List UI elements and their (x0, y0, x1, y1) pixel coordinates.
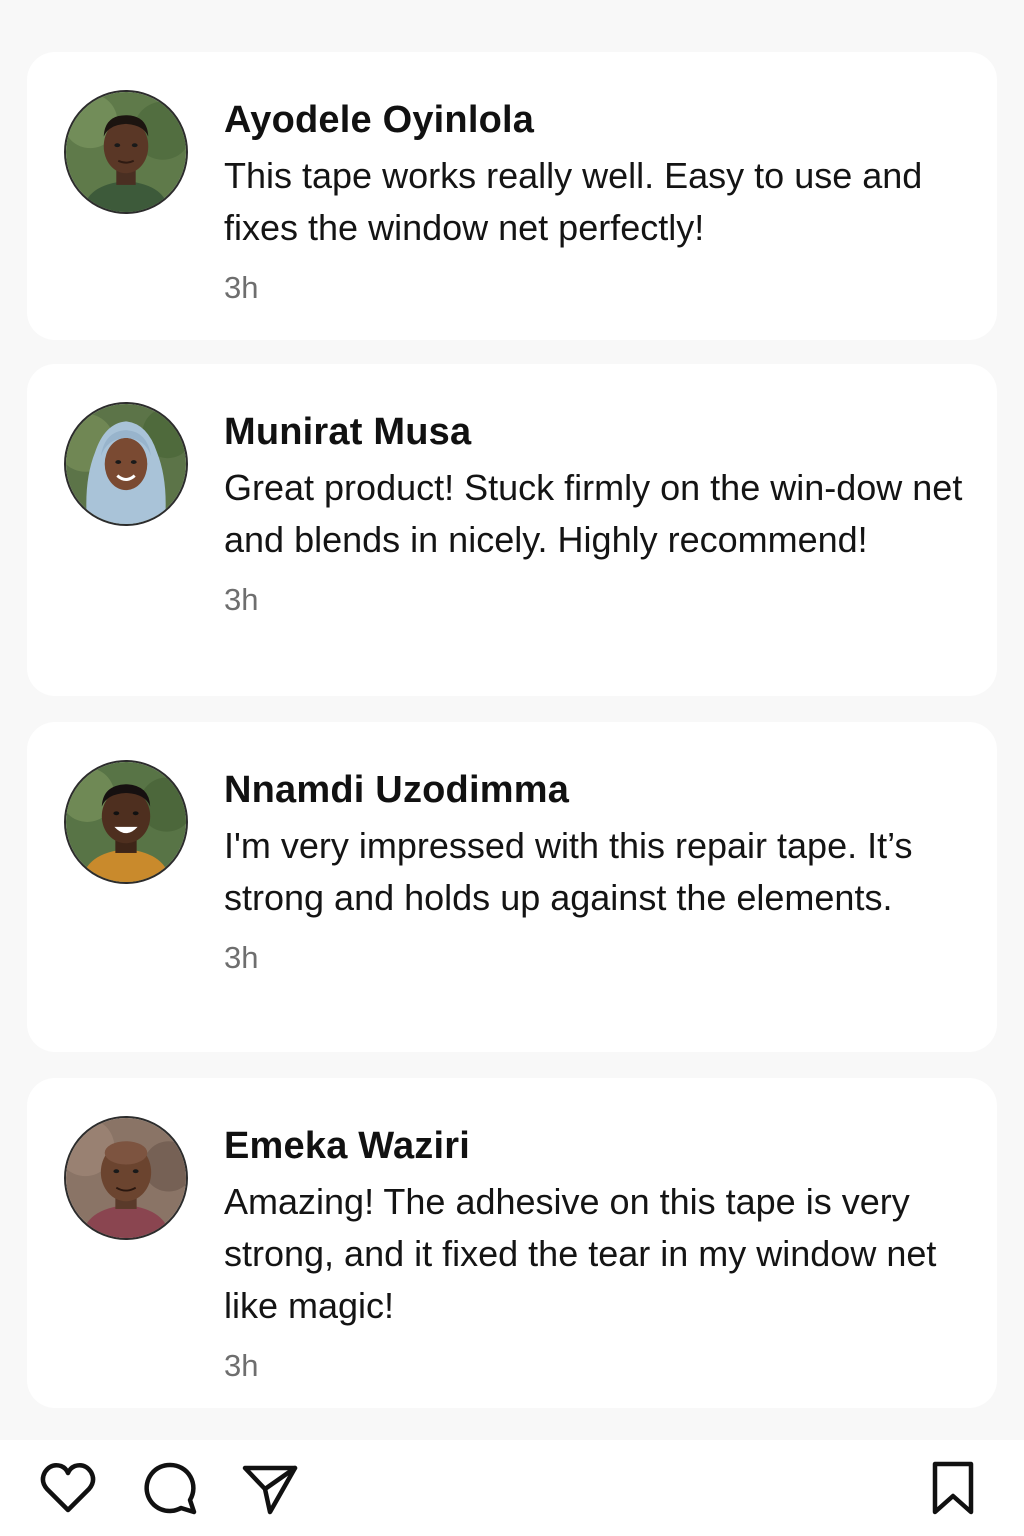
heart-icon[interactable] (38, 1458, 98, 1518)
avatar[interactable] (64, 402, 188, 526)
avatar[interactable] (64, 90, 188, 214)
comment-timestamp: 3h (224, 582, 259, 617)
avatar-photo (66, 762, 186, 882)
comment-card: Munirat Musa Great product! Stuck firmly… (27, 364, 997, 696)
comment-text: I'm very impressed with this repair tape… (224, 825, 913, 918)
comment-card: Ayodele Oyinlola This tape works really … (27, 52, 997, 340)
comment-author[interactable]: Emeka Waziri (224, 1122, 964, 1170)
comment-content: Emeka Waziri Amazing! The adhesive on th… (224, 1122, 964, 1386)
comment-text: This tape works really well. Easy to use… (224, 155, 923, 248)
comment-text: Great product! Stuck firmly on the win-d… (224, 467, 963, 560)
action-bar (0, 1440, 1024, 1536)
comment-timestamp: 3h (224, 1348, 259, 1383)
bookmark-icon[interactable] (923, 1458, 983, 1518)
avatar[interactable] (64, 1116, 188, 1240)
comment-card: Emeka Waziri Amazing! The adhesive on th… (27, 1078, 997, 1408)
comment-author[interactable]: Ayodele Oyinlola (224, 96, 964, 144)
comment-author[interactable]: Munirat Musa (224, 408, 964, 456)
comment-content: Ayodele Oyinlola This tape works really … (224, 96, 964, 308)
comment-timestamp: 3h (224, 940, 259, 975)
send-icon[interactable] (240, 1458, 300, 1518)
comment-content: Nnamdi Uzodimma I'm very impressed with … (224, 766, 964, 978)
comment-bubble-icon[interactable] (140, 1458, 200, 1518)
avatar[interactable] (64, 760, 188, 884)
comment-timestamp: 3h (224, 270, 259, 305)
comment-card: Nnamdi Uzodimma I'm very impressed with … (27, 722, 997, 1052)
comment-content: Munirat Musa Great product! Stuck firmly… (224, 408, 964, 620)
comment-author[interactable]: Nnamdi Uzodimma (224, 766, 964, 814)
avatar-photo (66, 92, 186, 212)
comment-text: Amazing! The adhesive on this tape is ve… (224, 1181, 937, 1326)
avatar-photo (66, 404, 186, 524)
avatar-photo (66, 1118, 186, 1238)
